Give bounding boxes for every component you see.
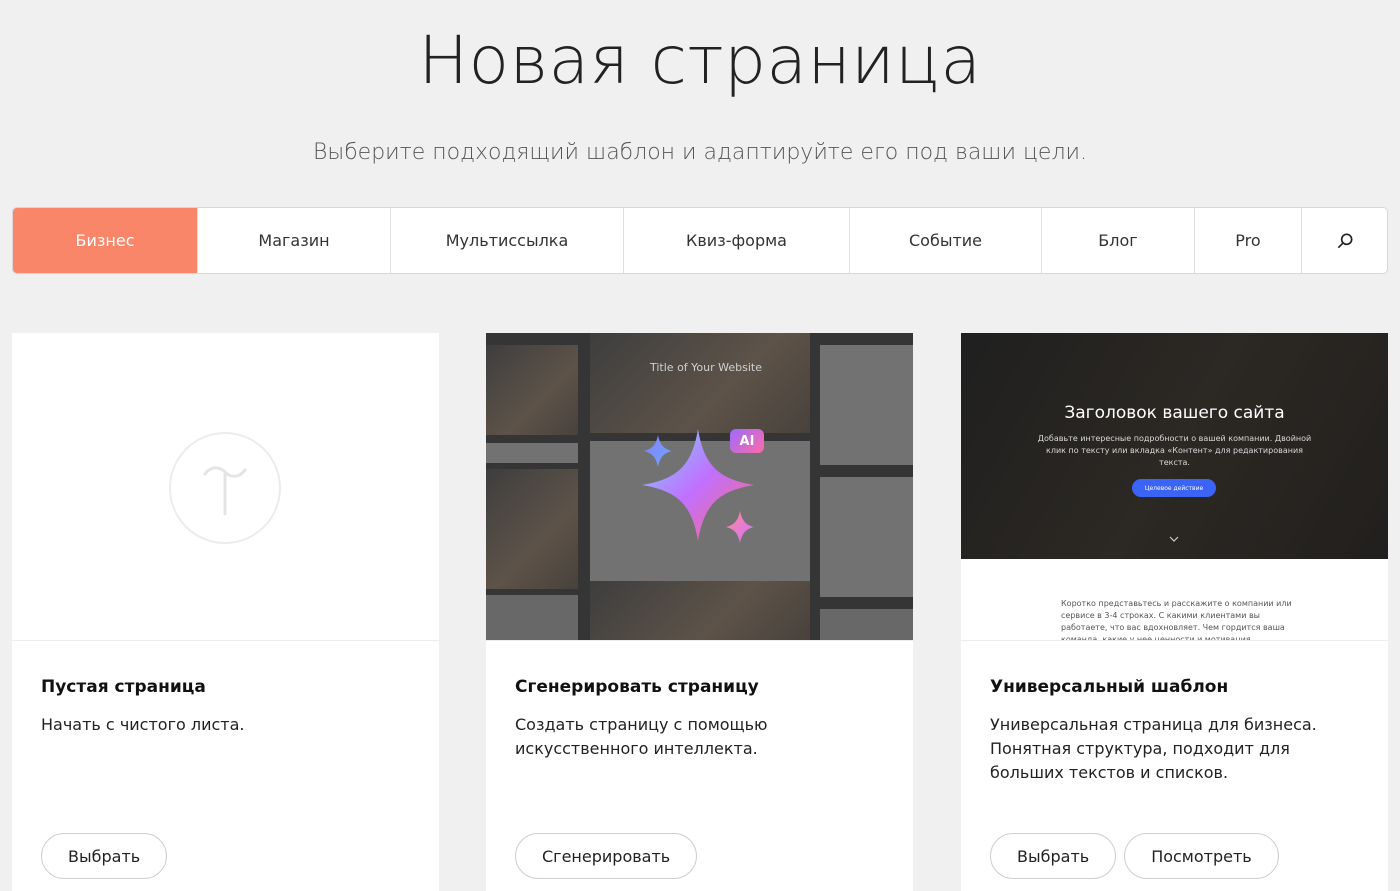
page-subtitle: Выберите подходящий шаблон и адаптируйте… (312, 140, 1088, 165)
tab-blog[interactable]: Блог (1042, 208, 1195, 273)
tilda-logo-icon (169, 432, 281, 544)
ai-preview-title: Title of Your Website (650, 361, 762, 374)
search-button[interactable] (1302, 208, 1387, 273)
page-title: Новая страница (418, 22, 982, 99)
category-tabs: Бизнес Магазин Мультиссылка Квиз-форма С… (12, 207, 1388, 274)
card-preview-blank (12, 333, 439, 641)
card-description: Универсальная страница для бизнеса. Поня… (990, 715, 1317, 782)
card-description: Начать с чистого листа. (41, 715, 245, 734)
card-preview-ai: Title of Your Website AI (486, 333, 913, 641)
tab-quiz-form[interactable]: Квиз-форма (624, 208, 850, 273)
tab-event[interactable]: Событие (850, 208, 1042, 273)
card-title: Сгенерировать страницу (515, 677, 759, 697)
preview-button[interactable]: Посмотреть (1124, 833, 1279, 879)
card-universal-template[interactable]: Заголовок вашего сайта Добавьте интересн… (961, 333, 1388, 891)
ai-badge: AI (730, 429, 764, 453)
card-description: Создать страницу с помощью искусственног… (515, 715, 768, 758)
card-title: Универсальный шаблон (990, 677, 1229, 697)
preview-hero-subtitle: Добавьте интересные подробности о вашей … (1037, 434, 1312, 467)
card-generate-page[interactable]: Title of Your Website AI Сгенерировать с… (486, 333, 913, 891)
preview-hero-button: Целевое действие (1132, 479, 1216, 497)
card-title: Пустая страница (41, 677, 206, 697)
card-blank-page[interactable]: Пустая страница Начать с чистого листа. … (12, 333, 439, 891)
preview-body-text: Коротко представьтесь и расскажите о ком… (1061, 599, 1292, 641)
choose-button[interactable]: Выбрать (41, 833, 168, 879)
tab-multilink[interactable]: Мультиссылка (391, 208, 624, 273)
tab-pro[interactable]: Pro (1195, 208, 1302, 273)
search-icon (1337, 233, 1352, 248)
chevron-down-icon (1169, 536, 1179, 542)
tab-business[interactable]: Бизнес (13, 208, 198, 273)
preview-hero-title: Заголовок вашего сайта (1064, 403, 1285, 423)
choose-button[interactable]: Выбрать (990, 833, 1117, 879)
generate-button[interactable]: Сгенерировать (515, 833, 698, 879)
tab-shop[interactable]: Магазин (198, 208, 391, 273)
card-preview-universal: Заголовок вашего сайта Добавьте интересн… (961, 333, 1388, 641)
